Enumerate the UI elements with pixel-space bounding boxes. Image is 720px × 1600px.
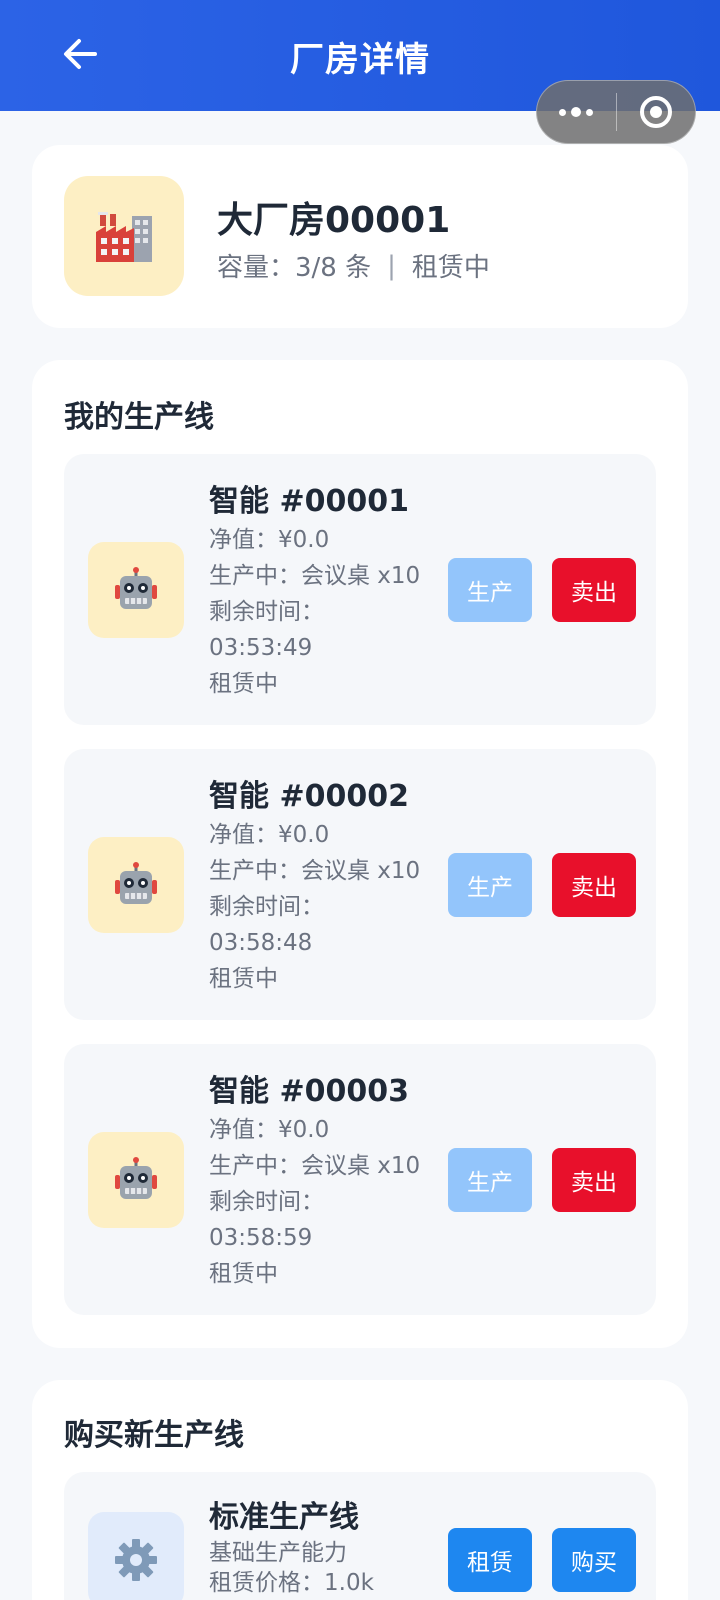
sell-button[interactable]: 卖出 xyxy=(552,853,636,917)
section-title-buy-lines: 购买新生产线 xyxy=(64,1418,244,1453)
robot-icon xyxy=(88,542,184,638)
line-name: 智能 #00001 xyxy=(209,484,409,519)
producing-info: 生产中：会议桌 x10 xyxy=(209,1153,421,1179)
line-status: 租赁中 xyxy=(209,1261,278,1287)
robot-icon xyxy=(88,837,184,933)
line-name: 智能 #00002 xyxy=(209,779,409,814)
production-line-item: 智能 #00001 净值：¥0.0 生产中：会议桌 x10 剩余时间： 03:5… xyxy=(64,454,656,725)
section-title-my-lines: 我的生产线 xyxy=(64,400,214,435)
remaining-time: 03:53:49 xyxy=(209,635,313,661)
factory-info-card: 大厂房00001 容量：3/8 条 | 租赁中 xyxy=(32,145,688,328)
sell-button[interactable]: 卖出 xyxy=(552,558,636,622)
buy-line-description: 基础生产能力 xyxy=(209,1540,347,1566)
factory-icon xyxy=(64,176,184,296)
remaining-label: 剩余时间： xyxy=(209,599,324,625)
my-production-lines-card: 我的生产线 智能 #00001 净值：¥0.0 生产中：会议桌 x10 剩余时间… xyxy=(32,360,688,1348)
factory-name: 大厂房00001 xyxy=(217,200,451,241)
more-button[interactable] xyxy=(537,80,616,144)
sell-button[interactable]: 卖出 xyxy=(552,1148,636,1212)
producing-info: 生产中：会议桌 x10 xyxy=(209,858,421,884)
net-value: 净值：¥0.0 xyxy=(209,527,330,553)
close-button[interactable] xyxy=(617,80,696,144)
line-details: 净值：¥0.0 生产中：会议桌 x10 剩余时间： 03:58:59 租赁中 xyxy=(209,1112,420,1292)
produce-button[interactable]: 生产 xyxy=(448,558,532,622)
remaining-time: 03:58:59 xyxy=(209,1225,313,1251)
remaining-label: 剩余时间： xyxy=(209,894,324,920)
rent-button[interactable]: 租赁 xyxy=(448,1528,532,1592)
line-name: 智能 #00003 xyxy=(209,1074,409,1109)
line-status: 租赁中 xyxy=(209,966,278,992)
produce-button[interactable]: 生产 xyxy=(448,853,532,917)
page-title: 厂房详情 xyxy=(290,40,430,80)
buy-button[interactable]: 购买 xyxy=(552,1528,636,1592)
producing-info: 生产中：会议桌 x10 xyxy=(209,563,421,589)
rent-price: 租赁价格：1.0k xyxy=(209,1570,374,1596)
line-details: 净值：¥0.0 生产中：会议桌 x10 剩余时间： 03:58:48 租赁中 xyxy=(209,817,420,997)
meta-separator: | xyxy=(387,250,396,281)
buy-line-details: 基础生产能力 租赁价格：1.0k xyxy=(209,1538,374,1598)
production-line-item: 智能 #00002 净值：¥0.0 生产中：会议桌 x10 剩余时间： 03:5… xyxy=(64,749,656,1020)
target-circle-icon xyxy=(639,96,672,128)
buy-line-name: 标准生产线 xyxy=(209,1500,359,1535)
line-status: 租赁中 xyxy=(209,671,278,697)
produce-button[interactable]: 生产 xyxy=(448,1148,532,1212)
remaining-label: 剩余时间： xyxy=(209,1189,324,1215)
net-value: 净值：¥0.0 xyxy=(209,822,330,848)
purchasable-line-item: 标准生产线 基础生产能力 租赁价格：1.0k 租赁 购买 xyxy=(64,1472,656,1600)
line-details: 净值：¥0.0 生产中：会议桌 x10 剩余时间： 03:53:49 租赁中 xyxy=(209,522,420,702)
mini-program-capsule xyxy=(536,80,696,144)
factory-capacity: 容量：3/8 条 xyxy=(217,253,372,283)
net-value: 净值：¥0.0 xyxy=(209,1117,330,1143)
gear-icon xyxy=(88,1512,184,1600)
factory-meta: 容量：3/8 条 | 租赁中 xyxy=(217,247,490,284)
production-line-item: 智能 #00003 净值：¥0.0 生产中：会议桌 x10 剩余时间： 03:5… xyxy=(64,1044,656,1315)
buy-production-lines-card: 购买新生产线 标准生产线 基础生产能力 租赁价格：1.0k 租赁 购买 xyxy=(32,1380,688,1600)
remaining-time: 03:58:48 xyxy=(209,930,313,956)
robot-icon xyxy=(88,1132,184,1228)
more-dots-icon xyxy=(559,107,594,117)
factory-status: 租赁中 xyxy=(411,253,490,283)
